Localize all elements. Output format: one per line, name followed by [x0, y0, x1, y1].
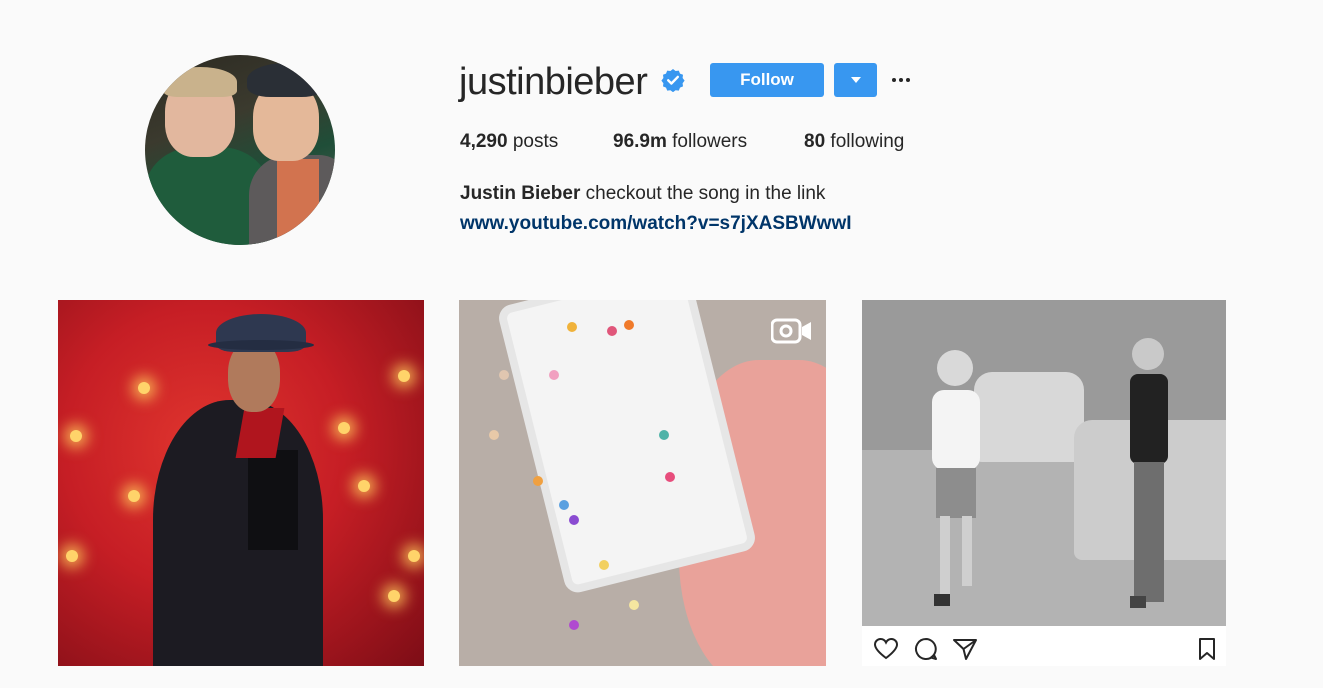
- heart-icon[interactable]: [873, 636, 899, 662]
- following-value: 80: [804, 131, 826, 152]
- follow-button[interactable]: Follow: [710, 63, 824, 97]
- comment-icon[interactable]: [913, 636, 939, 662]
- verified-badge-icon: [661, 69, 685, 92]
- posts-label: posts: [512, 131, 559, 152]
- post-thumbnail[interactable]: [862, 300, 1226, 626]
- chevron-down-icon: [850, 77, 861, 83]
- profile-username: justinbieber: [459, 61, 648, 103]
- followers-value: 96.9m: [613, 131, 667, 152]
- followers-label: followers: [672, 131, 748, 152]
- posts-value: 4,290: [460, 131, 508, 152]
- bio-text: checkout the song in the link: [585, 183, 826, 204]
- more-options-icon[interactable]: [889, 66, 913, 94]
- bio-full-name: Justin Bieber: [460, 183, 581, 204]
- bio-link[interactable]: www.youtube.com/watch?v=s7jXASBWwwI: [460, 213, 852, 235]
- posts-count: 4,290 posts: [460, 131, 558, 153]
- following-label: following: [830, 131, 905, 152]
- followers-link[interactable]: 96.9m followers: [613, 131, 747, 153]
- post-thumbnail[interactable]: [459, 300, 826, 666]
- send-icon[interactable]: [952, 636, 978, 662]
- post-thumbnail[interactable]: [58, 300, 424, 666]
- video-camera-icon: [771, 318, 811, 344]
- post-action-bar: [862, 626, 1226, 666]
- bookmark-icon[interactable]: [1194, 636, 1220, 662]
- suggested-dropdown-button[interactable]: [834, 63, 877, 97]
- following-link[interactable]: 80 following: [804, 131, 904, 153]
- profile-avatar[interactable]: [145, 55, 335, 245]
- profile-bio: Justin Bieber checkout the song in the l…: [460, 183, 825, 205]
